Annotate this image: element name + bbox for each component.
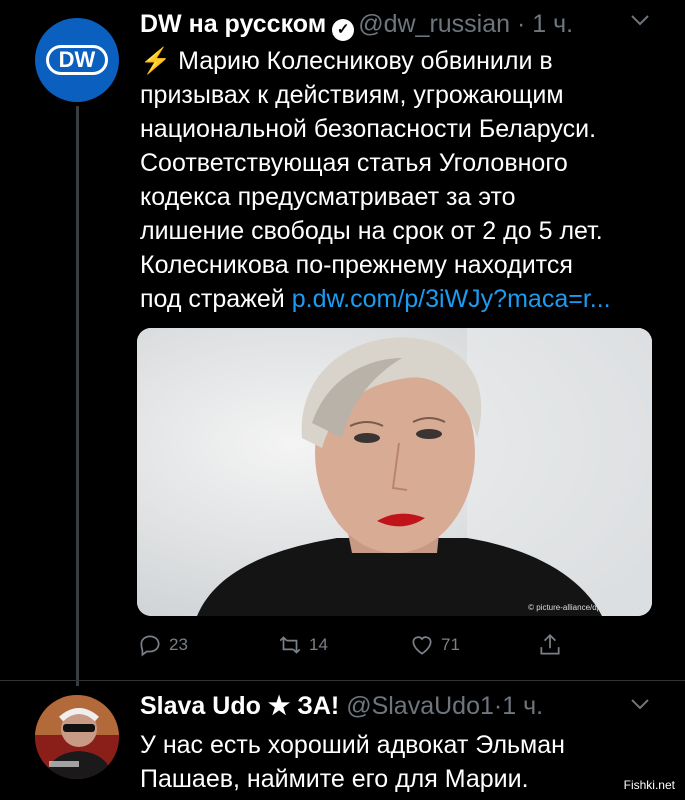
handle[interactable]: @dw_russian bbox=[358, 10, 510, 38]
reply-text: У нас есть хороший адвокат Эльман Пашаев… bbox=[140, 728, 660, 796]
thread-line bbox=[76, 106, 79, 686]
watermark: Fishki.net bbox=[619, 776, 679, 794]
tweet-menu-chevron-icon[interactable] bbox=[630, 10, 650, 31]
dw-avatar[interactable]: DW bbox=[35, 18, 119, 102]
reply-handle[interactable]: @SlavaUdo1 bbox=[346, 692, 494, 720]
tweet-line: Колесникова по-прежнему находится bbox=[140, 251, 573, 279]
reply-header: Slava Udo ★ ЗА! @SlavaUdo1·1 ч. bbox=[140, 690, 543, 722]
separator: · bbox=[517, 10, 526, 38]
verified-badge-icon: ✓ bbox=[332, 19, 355, 41]
reply-line: Пашаев, наймите его для Марии. bbox=[140, 765, 529, 793]
retweet-button[interactable]: 14 bbox=[277, 632, 328, 658]
tweet-actions: 23 14 71 bbox=[137, 632, 657, 662]
reply-display-name[interactable]: Slava Udo bbox=[140, 692, 261, 720]
reply-name-suffix: ЗА! bbox=[297, 692, 340, 720]
star-icon: ★ bbox=[267, 692, 291, 720]
tweet-line: призывах к действиям, угрожающим bbox=[140, 81, 564, 109]
tweet-text: ⚡ Марию Колесникову обвинили в призывах … bbox=[140, 44, 660, 316]
lightning-bolt-icon: ⚡ bbox=[140, 47, 172, 75]
reply-icon bbox=[140, 635, 160, 657]
timestamp[interactable]: 1 ч. bbox=[532, 10, 573, 38]
photo-credit: © picture-alliance/dpa/V. Dubinin bbox=[528, 603, 644, 612]
tweet-line: лишение свободы на срок от 2 до 5 лет. bbox=[140, 217, 603, 245]
tweet-line: кодекса предусматривает за это bbox=[140, 183, 516, 211]
like-button[interactable]: 71 bbox=[409, 632, 460, 658]
reply-timestamp[interactable]: 1 ч. bbox=[502, 692, 543, 720]
reply-line: У нас есть хороший адвокат Эльман bbox=[140, 731, 565, 759]
dw-logo: DW bbox=[46, 45, 108, 75]
tweet-header: DW на русском ✓ @dw_russian · 1 ч. bbox=[140, 8, 573, 41]
separator: · bbox=[493, 692, 503, 720]
heart-icon bbox=[412, 636, 432, 655]
tweet-link[interactable]: p.dw.com/p/3iWJy?maca=r... bbox=[292, 285, 611, 313]
share-icon bbox=[540, 634, 560, 655]
reply-button[interactable]: 23 bbox=[137, 632, 188, 658]
tweet-line: под стражей bbox=[140, 285, 285, 313]
like-count: 71 bbox=[441, 635, 460, 654]
share-button[interactable] bbox=[537, 632, 563, 658]
portrait-illustration bbox=[137, 328, 652, 616]
tweet-photo[interactable]: © picture-alliance/dpa/V. Dubinin bbox=[137, 328, 652, 616]
reply-count: 23 bbox=[169, 635, 188, 654]
divider bbox=[0, 680, 685, 681]
avatar-illustration bbox=[35, 695, 119, 779]
slava-avatar[interactable] bbox=[35, 695, 119, 779]
tweet-line: Соответствующая статья Уголовного bbox=[140, 149, 568, 177]
tweet-line: национальной безопасности Беларуси. bbox=[140, 115, 597, 143]
tweet-line: Марию Колесникову обвинили в bbox=[178, 47, 553, 75]
retweet-count: 14 bbox=[309, 635, 328, 654]
display-name[interactable]: DW на русском bbox=[140, 10, 326, 38]
retweet-icon bbox=[279, 636, 301, 654]
reply-menu-chevron-icon[interactable] bbox=[630, 694, 650, 715]
